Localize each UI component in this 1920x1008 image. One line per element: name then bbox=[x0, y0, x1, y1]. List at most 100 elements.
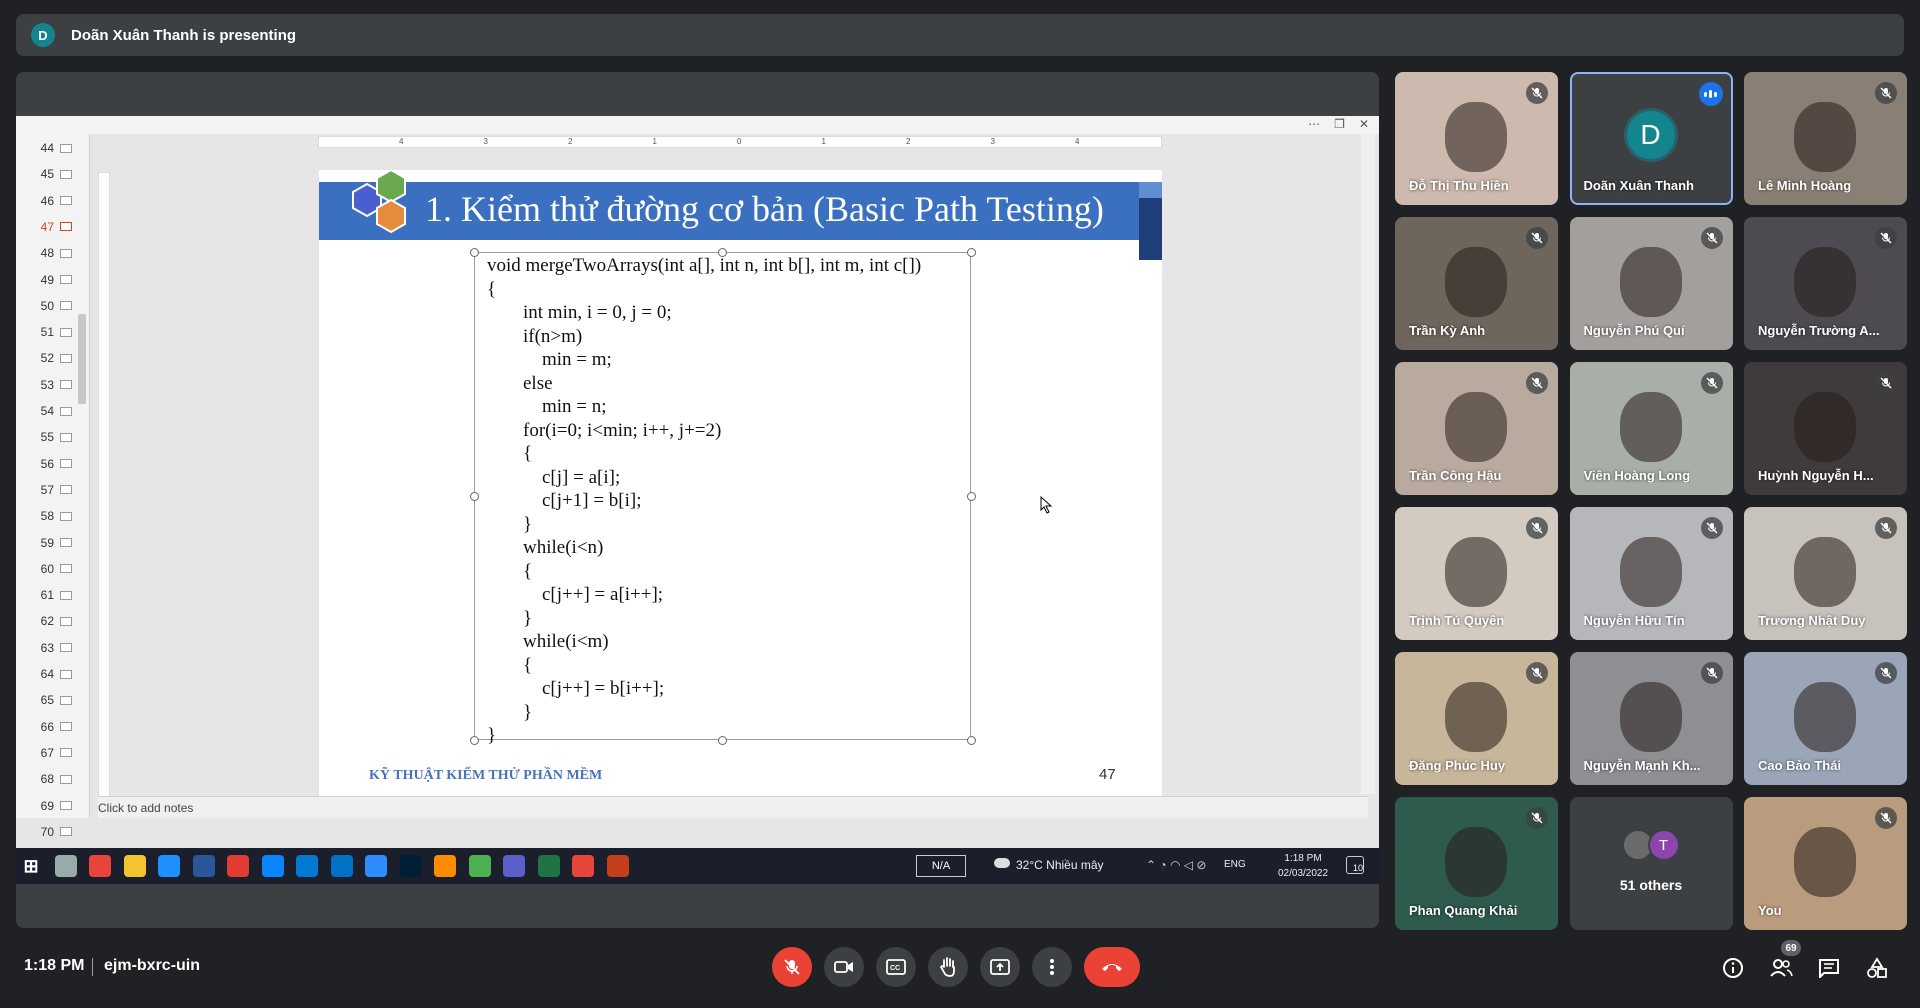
slide-thumbnail[interactable]: 60 bbox=[16, 559, 76, 579]
chrome-alt-icon[interactable] bbox=[572, 855, 594, 877]
weather-text[interactable]: 32°C Nhiều mây bbox=[1016, 858, 1104, 872]
slide-thumbnail[interactable]: 54 bbox=[16, 401, 76, 421]
app-blue-icon[interactable] bbox=[296, 855, 318, 877]
slide-thumbnail[interactable]: 68 bbox=[16, 769, 76, 789]
slide-thumbnail[interactable]: 45 bbox=[16, 164, 76, 184]
participant-tile[interactable]: Viên Hoàng Long bbox=[1569, 362, 1733, 495]
slide-scrollbar[interactable] bbox=[1361, 134, 1375, 794]
slide-thumbnail[interactable]: 51 bbox=[16, 322, 76, 342]
participant-tile[interactable]: D Doãn Xuân Thanh bbox=[1569, 72, 1733, 205]
slide-thumbnail-preview bbox=[60, 643, 72, 653]
slide-thumbnail[interactable]: 50 bbox=[16, 296, 76, 316]
zalo-icon[interactable] bbox=[261, 855, 284, 877]
slide-thumbnail[interactable]: 49 bbox=[16, 270, 76, 290]
slide-thumbnail[interactable]: 63 bbox=[16, 638, 76, 658]
resize-handle[interactable] bbox=[718, 248, 727, 257]
slide-title[interactable]: 1. Kiểm thử đường cơ bản (Basic Path Tes… bbox=[425, 188, 1104, 230]
app-red-icon[interactable] bbox=[227, 855, 249, 877]
slide-thumbnail[interactable]: 47 bbox=[16, 217, 76, 237]
camera-toggle-button[interactable] bbox=[824, 947, 864, 987]
resize-handle[interactable] bbox=[718, 736, 727, 745]
start-icon[interactable]: ⊞ bbox=[20, 855, 42, 877]
taskbar-clock[interactable]: 1:18 PM 02/03/2022 bbox=[1278, 851, 1328, 881]
participant-tile[interactable]: Huỳnh Nguyễn H... bbox=[1744, 362, 1907, 495]
participant-tile[interactable]: Đỗ Thị Thu Hiền bbox=[1395, 72, 1558, 205]
participant-tile[interactable]: Nguyễn Trường A... bbox=[1744, 217, 1907, 350]
slide-thumbnail[interactable]: 52 bbox=[16, 348, 76, 368]
notification-icon[interactable]: 10 bbox=[1346, 856, 1364, 874]
slide-thumbnail[interactable]: 61 bbox=[16, 585, 76, 605]
resize-handle[interactable] bbox=[967, 736, 976, 745]
slide-thumbnail[interactable]: 59 bbox=[16, 533, 76, 553]
system-tray-icons[interactable]: ⌃ ◔ ◠ ◁ ⊘ bbox=[1146, 858, 1206, 872]
slide-thumbnail[interactable]: 53 bbox=[16, 375, 76, 395]
mic-off-icon bbox=[784, 959, 800, 975]
more-icon[interactable]: ⋯ bbox=[1308, 117, 1320, 131]
participant-tile[interactable]: You bbox=[1744, 797, 1907, 930]
activities-button[interactable] bbox=[1864, 955, 1890, 981]
app-orange-icon[interactable] bbox=[434, 855, 456, 877]
participant-tile[interactable]: Nguyễn Hữu Tín bbox=[1569, 507, 1733, 640]
slide-thumbnail[interactable]: 58 bbox=[16, 506, 76, 526]
participant-tile[interactable]: Trịnh Tú Quyên bbox=[1395, 507, 1558, 640]
code-line: int min, i = 0, j = 0; bbox=[523, 302, 672, 323]
mic-toggle-button[interactable] bbox=[772, 947, 812, 987]
meeting-details-button[interactable] bbox=[1720, 955, 1746, 981]
edge-icon[interactable] bbox=[158, 855, 180, 877]
present-now-button[interactable] bbox=[980, 947, 1020, 987]
slide-thumbnail[interactable]: 66 bbox=[16, 717, 76, 737]
zoom-icon[interactable] bbox=[365, 855, 387, 877]
app-green-icon[interactable] bbox=[468, 855, 491, 877]
participant-tile[interactable]: Trương Nhật Duy bbox=[1744, 507, 1907, 640]
slide-canvas[interactable]: 1. Kiểm thử đường cơ bản (Basic Path Tes… bbox=[319, 170, 1162, 804]
language-indicator[interactable]: ENG bbox=[1224, 859, 1246, 870]
slide-thumbnail[interactable]: 64 bbox=[16, 664, 76, 684]
participant-tile[interactable]: Trần Kỳ Anh bbox=[1395, 217, 1558, 350]
slide-thumbnail[interactable]: 55 bbox=[16, 427, 76, 447]
resize-handle[interactable] bbox=[967, 492, 976, 501]
slide-thumbnail[interactable]: 62 bbox=[16, 611, 76, 631]
task-view-icon[interactable] bbox=[54, 855, 77, 877]
people-button[interactable] bbox=[1768, 955, 1794, 981]
participant-tile[interactable]: Nguyễn Phú Quí bbox=[1569, 217, 1733, 350]
chat-button[interactable] bbox=[1816, 955, 1842, 981]
outlook-icon[interactable] bbox=[330, 855, 353, 877]
chrome-icon[interactable] bbox=[89, 855, 111, 877]
participant-tile[interactable]: Trần Công Hậu bbox=[1395, 362, 1558, 495]
photoshop-icon[interactable] bbox=[399, 855, 422, 877]
more-options-button[interactable] bbox=[1032, 947, 1072, 987]
participant-tile[interactable]: Phan Quang Khải bbox=[1395, 797, 1558, 930]
slide-thumbnail[interactable]: 48 bbox=[16, 243, 76, 263]
powerpoint-icon[interactable] bbox=[606, 855, 629, 877]
slide-thumbnail[interactable]: 44 bbox=[16, 138, 76, 158]
resize-handle[interactable] bbox=[470, 736, 479, 745]
slide-thumbnail[interactable]: 69 bbox=[16, 796, 76, 816]
slide-thumbnail[interactable]: 56 bbox=[16, 454, 76, 474]
resize-handle[interactable] bbox=[470, 248, 479, 257]
participant-tile[interactable]: Cao Bảo Thái bbox=[1744, 652, 1907, 785]
slide-thumbnail[interactable]: 65 bbox=[16, 690, 76, 710]
raise-hand-button[interactable] bbox=[928, 947, 968, 987]
slide-thumbnail[interactable]: 46 bbox=[16, 191, 76, 211]
slide-thumbnail[interactable]: 67 bbox=[16, 743, 76, 763]
captions-button[interactable]: CC bbox=[876, 947, 916, 987]
participant-tile[interactable]: Nguyễn Mạnh Kh... bbox=[1569, 652, 1733, 785]
others-tile[interactable]: T 51 others bbox=[1569, 797, 1733, 930]
restore-icon[interactable]: ❐ bbox=[1334, 117, 1345, 131]
code-textbox[interactable]: void mergeTwoArrays(int a[], int n, int … bbox=[474, 252, 971, 746]
participant-tile[interactable]: Đặng Phúc Huy bbox=[1395, 652, 1558, 785]
explorer-icon[interactable] bbox=[123, 855, 146, 877]
notes-pane[interactable]: Click to add notes bbox=[98, 796, 1368, 818]
excel-icon[interactable] bbox=[537, 855, 560, 877]
participant-tile[interactable]: Lê Minh Hoàng bbox=[1744, 72, 1907, 205]
thumbnail-scrollbar[interactable] bbox=[76, 134, 88, 818]
resize-handle[interactable] bbox=[967, 248, 976, 257]
slide-thumbnail[interactable]: 70 bbox=[16, 822, 76, 842]
slide-thumbnail[interactable]: 57 bbox=[16, 480, 76, 500]
na-indicator[interactable]: N/A bbox=[916, 855, 966, 877]
word-icon[interactable] bbox=[192, 855, 215, 877]
close-icon[interactable]: ✕ bbox=[1359, 117, 1369, 131]
leave-call-button[interactable] bbox=[1084, 947, 1140, 987]
resize-handle[interactable] bbox=[470, 492, 479, 501]
teams-icon[interactable] bbox=[503, 855, 525, 877]
